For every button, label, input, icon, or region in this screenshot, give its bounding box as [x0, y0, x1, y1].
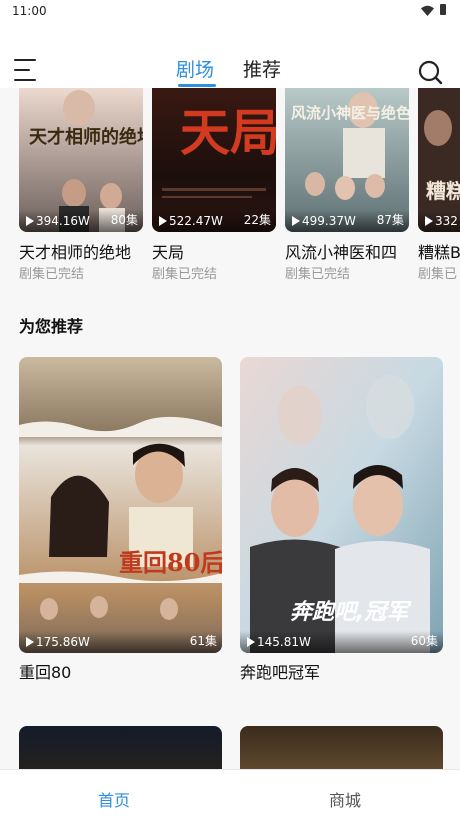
top-bar: 剧场 推荐: [0, 26, 460, 88]
play-count: 145.81W: [247, 635, 311, 649]
drama-poster-text: 风流小神医与绝色师姐: [291, 104, 409, 122]
drama-title[interactable]: 风流小神医和四: [285, 239, 397, 263]
section-title: 为您推荐: [19, 317, 84, 336]
status-bar: 11:00: [0, 0, 460, 26]
active-tab-indicator: [178, 84, 216, 87]
recommend-poster[interactable]: [240, 726, 443, 769]
search-icon[interactable]: [417, 59, 443, 85]
nav-mall[interactable]: 商城: [329, 787, 361, 811]
nav-home[interactable]: 首页: [98, 787, 130, 811]
tab-theater[interactable]: 剧场: [176, 55, 214, 82]
bottom-nav: 首页 商城: [0, 769, 460, 819]
play-count: 522.47W: [159, 214, 223, 228]
episode-count: 61集: [189, 634, 217, 648]
play-icon: [26, 216, 34, 226]
drama-poster[interactable]: 天才相师的绝地反击 394.16W 80集: [19, 88, 143, 232]
episode-count: 87集: [376, 213, 404, 227]
recommend-poster[interactable]: 奔跑吧,冠军 145.81W 60集: [240, 357, 443, 653]
drama-title[interactable]: 天局: [152, 239, 184, 263]
play-icon: [26, 637, 34, 647]
drama-poster[interactable]: 糟糕B 332: [418, 88, 460, 232]
drama-status: 剧集已完结: [19, 267, 85, 282]
drama-poster-text: 天才相师的绝地反击: [29, 126, 143, 148]
play-icon: [425, 216, 433, 226]
wifi-icon: [421, 5, 434, 16]
play-count: 332: [425, 214, 458, 228]
status-time: 11:00: [12, 4, 47, 18]
drama-poster-text: 糟糕B: [426, 179, 460, 203]
episode-count: 22集: [243, 213, 271, 227]
recommend-card[interactable]: 奔跑吧,冠军 145.81W 60集 奔跑吧冠军: [240, 357, 443, 682]
battery-icon: [440, 4, 446, 15]
tab-recommend[interactable]: 推荐: [243, 55, 281, 82]
drama-title[interactable]: 糟糕B: [418, 239, 460, 263]
episode-count: 80集: [110, 213, 138, 227]
drama-card[interactable]: 天局 522.47W 22集 天局 剧集已完结: [152, 88, 276, 282]
menu-icon[interactable]: [14, 59, 40, 81]
drama-poster[interactable]: 风流小神医与绝色师姐 499.37W 87集: [285, 88, 409, 232]
play-icon: [159, 216, 167, 226]
play-icon: [292, 216, 300, 226]
drama-card[interactable]: 天才相师的绝地反击 394.16W 80集 天才相师的绝地 剧集已完结: [19, 88, 143, 282]
episode-count: 60集: [410, 634, 438, 648]
drama-poster[interactable]: 天局 522.47W 22集: [152, 88, 276, 232]
play-count: 175.86W: [26, 635, 90, 649]
play-icon: [247, 637, 255, 647]
recommend-poster[interactable]: [19, 726, 222, 769]
play-count: 499.37W: [292, 214, 356, 228]
recommend-poster[interactable]: 重回80后 175.86W 61集: [19, 357, 222, 653]
drama-title[interactable]: 天才相师的绝地: [19, 239, 131, 263]
recommend-title[interactable]: 重回80: [19, 659, 71, 683]
recommend-card[interactable]: 重回80后 175.86W 61集 重回80: [19, 357, 222, 682]
drama-status: 剧集已完结: [152, 267, 218, 282]
recommend-poster-text: 奔跑吧,冠军: [290, 600, 412, 625]
drama-poster-text: 天局: [180, 103, 276, 162]
drama-card[interactable]: 风流小神医与绝色师姐 499.37W 87集 风流小神医和四 剧集已完结: [285, 88, 409, 282]
content-scroll-area[interactable]: 天才相师的绝地反击 394.16W 80集 天才相师的绝地 剧集已完结 天局: [0, 88, 460, 769]
recommend-title[interactable]: 奔跑吧冠军: [240, 659, 320, 683]
drama-card[interactable]: 糟糕B 332 糟糕B 剧集已: [418, 88, 460, 288]
recommend-poster-text: 重回80后: [119, 548, 222, 577]
play-count: 394.16W: [26, 214, 90, 228]
drama-status: 剧集已完结: [285, 267, 351, 282]
drama-status: 剧集已: [418, 267, 458, 282]
